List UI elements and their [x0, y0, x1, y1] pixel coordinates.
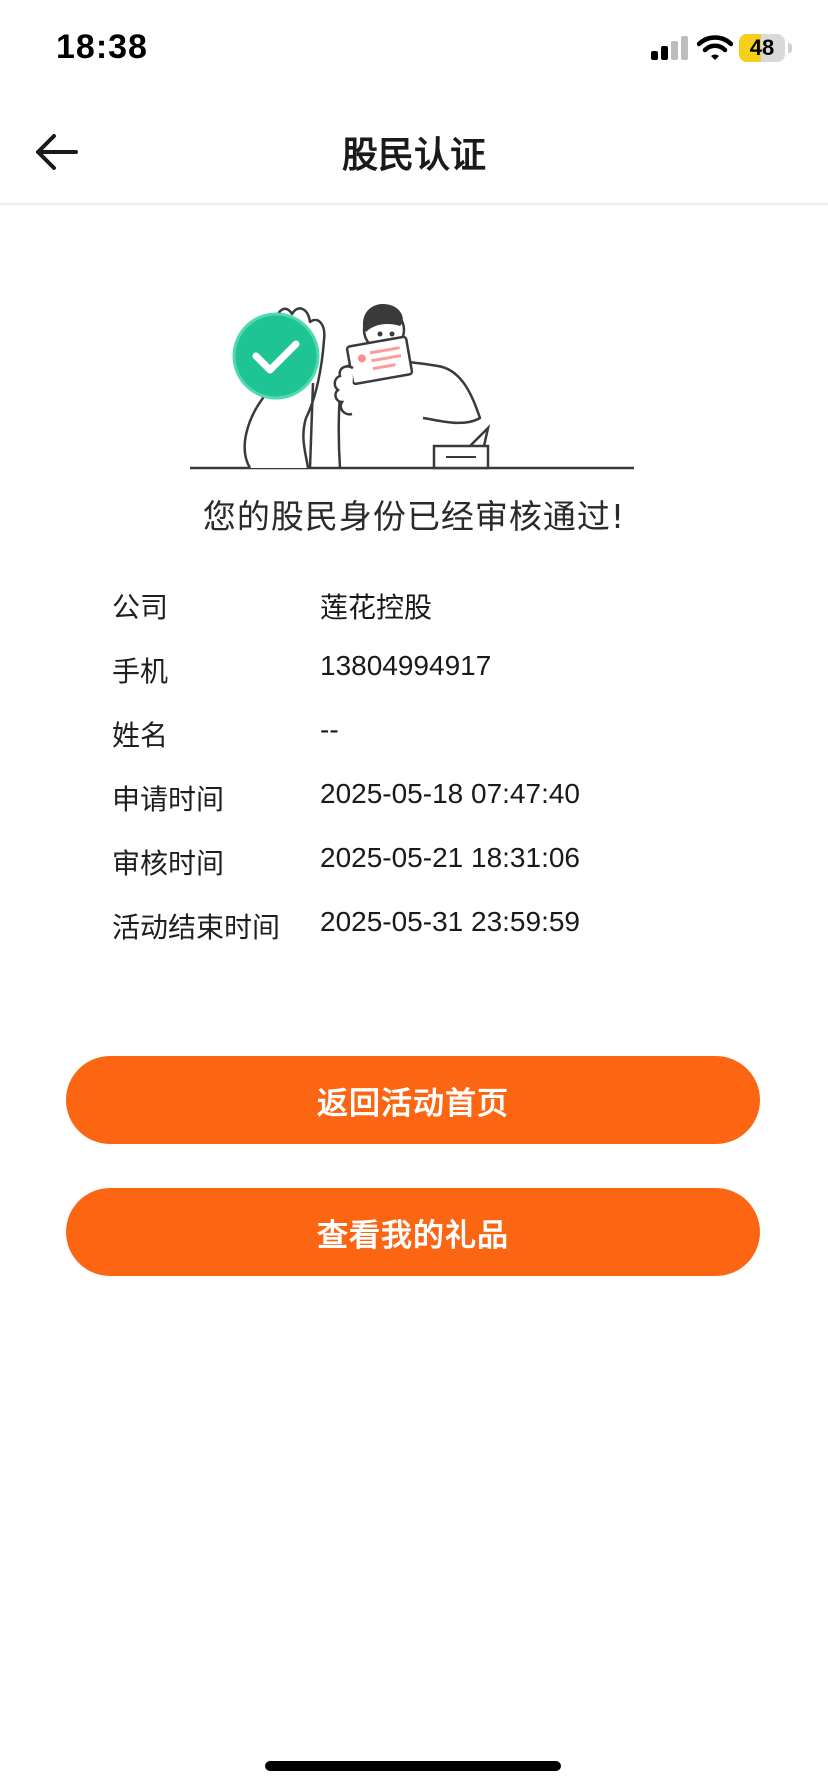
- wifi-icon: [697, 35, 733, 60]
- back-button[interactable]: [24, 122, 88, 182]
- info-value: 2025-05-21 18:31:06: [320, 842, 580, 873]
- info-list: 公司 莲花控股 手机 13804994917 姓名 -- 申请时间 2025-0…: [112, 572, 752, 956]
- info-row-review-time: 审核时间 2025-05-21 18:31:06: [112, 828, 752, 892]
- view-my-gifts-button[interactable]: 查看我的礼品: [66, 1188, 760, 1276]
- screen: 18:38 48 股民认证 您的股民身份已经审核通过! 公司 莲花控股 手机 1…: [0, 0, 828, 1792]
- info-label: 姓名: [112, 719, 169, 752]
- info-label: 手机: [112, 655, 169, 688]
- approval-message: 您的股民身份已经审核通过!: [202, 497, 626, 536]
- info-label: 审核时间: [112, 847, 225, 880]
- info-row-name: 姓名 --: [112, 700, 752, 764]
- status-time: 18:38: [56, 28, 148, 66]
- home-indicator: [265, 1761, 561, 1771]
- status-bar: 18:38 48: [0, 0, 828, 100]
- info-label: 活动结束时间: [112, 911, 281, 944]
- info-value: 2025-05-31 23:59:59: [320, 906, 580, 937]
- info-value: --: [320, 714, 339, 745]
- back-to-activity-home-button[interactable]: 返回活动首页: [66, 1056, 760, 1144]
- nav-bar: 股民认证: [0, 100, 828, 205]
- battery-icon: 48: [739, 34, 785, 62]
- info-value: 13804994917: [320, 650, 492, 681]
- verified-person-with-card-illustration: [190, 304, 634, 470]
- signal-icon: [651, 36, 688, 60]
- info-row-phone: 手机 13804994917: [112, 636, 752, 700]
- battery-level: 48: [749, 35, 775, 60]
- info-value: 2025-05-18 07:47:40: [320, 778, 580, 809]
- info-row-company: 公司 莲花控股: [112, 572, 752, 636]
- info-value: 莲花控股: [320, 591, 433, 624]
- info-label: 公司: [112, 591, 169, 624]
- info-label: 申请时间: [112, 783, 225, 816]
- info-row-end-time: 活动结束时间 2025-05-31 23:59:59: [112, 892, 752, 956]
- battery-nub: [788, 43, 792, 53]
- back-arrow-icon: [36, 134, 78, 170]
- page-title: 股民认证: [341, 134, 486, 176]
- info-row-apply-time: 申请时间 2025-05-18 07:47:40: [112, 764, 752, 828]
